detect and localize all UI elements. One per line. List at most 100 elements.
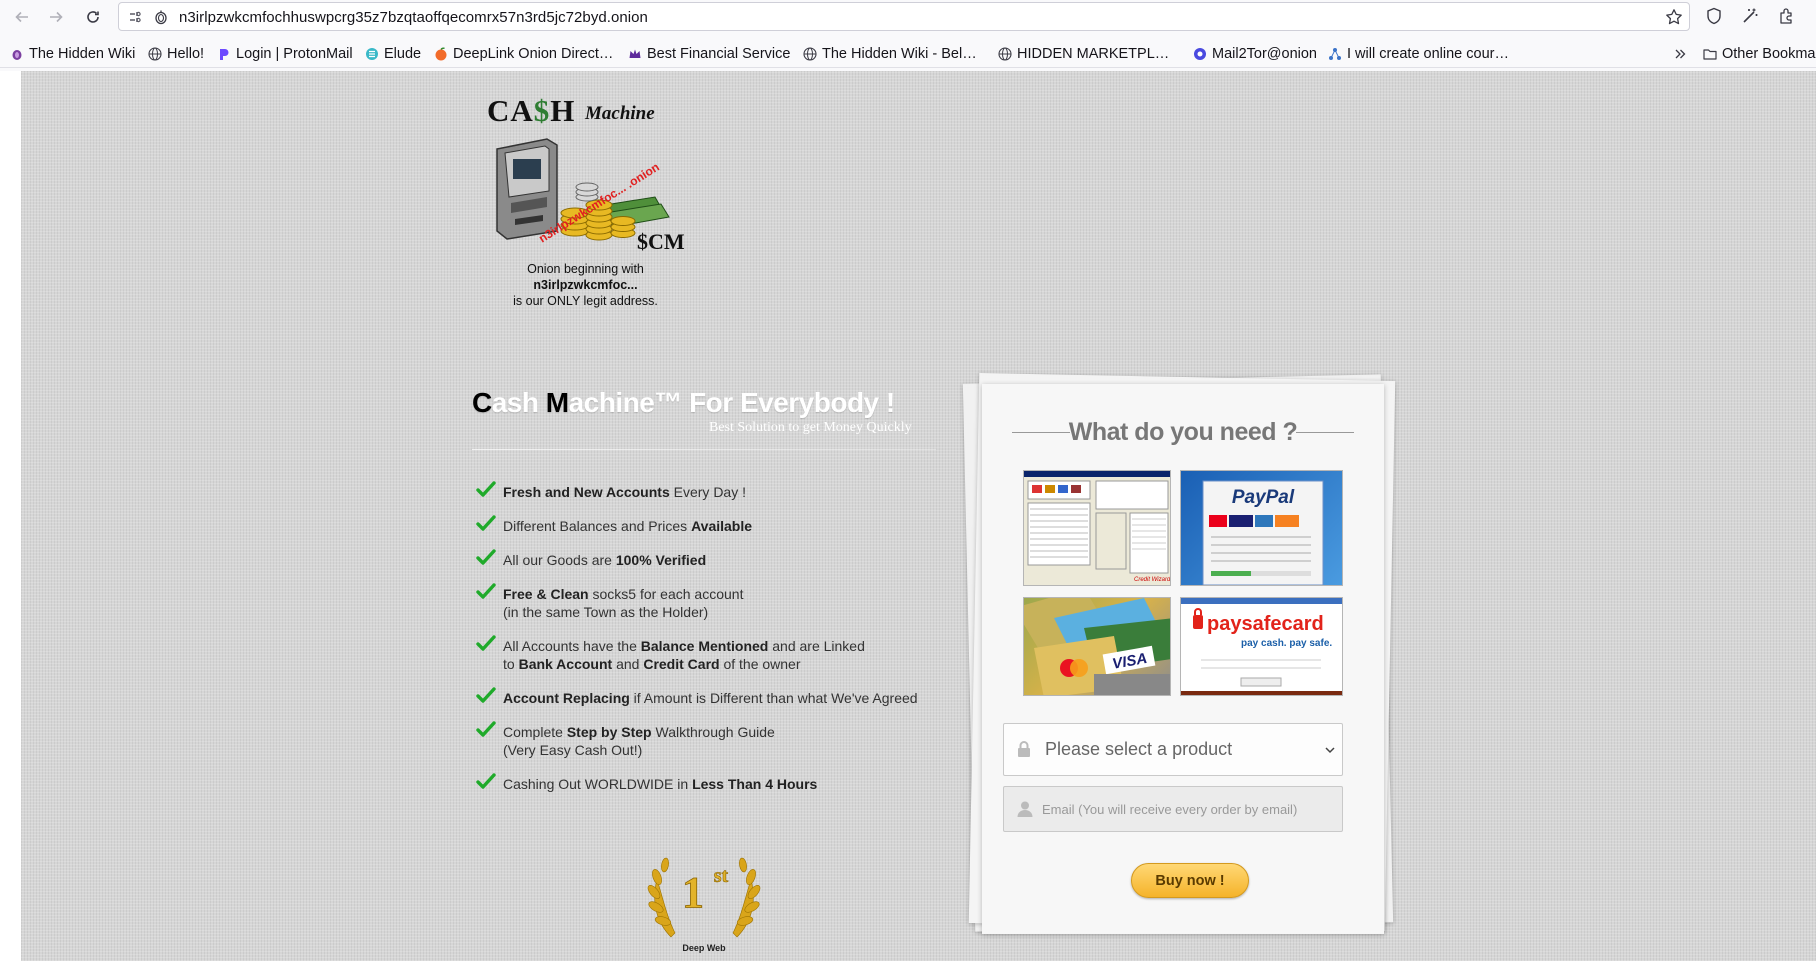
cash-machine-logo[interactable]: CA$H Machine n3irlpzwkcmfoc... .onion $C… (463, 93, 703, 308)
bookmark-protonmail[interactable]: Login | ProtonMail (217, 44, 353, 64)
svg-text:paysafecard: paysafecard (1207, 613, 1324, 635)
credit-wizard-screenshot: Credit Wizard (1024, 471, 1171, 583)
address-bar[interactable]: n3irlpzwkcmfochhuswpcrg35z7bzqtaoffqecom… (118, 2, 1690, 31)
magic-wand-icon[interactable] (1741, 7, 1759, 25)
bookmark-label: HIDDEN MARKETPL… (1017, 46, 1170, 62)
double-chevron-icon (1675, 49, 1686, 59)
paypal-screenshot: PayPal (1202, 480, 1324, 585)
bookmark-label: DeepLink Onion Direct… (453, 46, 614, 62)
headline-ash: ash (491, 387, 546, 418)
title-divider-right (1296, 432, 1354, 433)
bookmark-deeplink[interactable]: DeepLink Onion Direct… (434, 44, 613, 64)
reload-icon (87, 11, 99, 23)
onion-icon (12, 50, 22, 60)
headline-c: C (472, 387, 492, 418)
page-subheading: Best Solution to get Money Quickly (709, 420, 912, 435)
logo-caption: Onion beginning with n3irlpzwkcmfoc... i… (463, 261, 708, 309)
globe-icon (803, 47, 817, 61)
logo-title-text: CA$H (487, 93, 576, 128)
page-viewport: CA$H Machine n3irlpzwkcmfoc... .onion $C… (0, 71, 1816, 961)
bookmark-hidden-wiki-bel[interactable]: The Hidden Wiki - Bel… (803, 44, 977, 64)
logo-caption-line1: Onion beginning with (527, 262, 644, 276)
checkmark-icon (476, 721, 496, 737)
page-headline: Cash Machine™ For Everybody ! (472, 387, 895, 419)
logo-title: CA$H (487, 93, 575, 129)
globe-icon (148, 47, 162, 61)
credit-cards-photo: VISA (1024, 598, 1170, 695)
credit-wizard-thumb[interactable]: Credit Wizard (1023, 470, 1171, 586)
bookmark-best-financial[interactable]: Best Financial Service (628, 44, 790, 64)
onion-icon (155, 10, 167, 25)
award-rank-suffix: st (714, 865, 729, 887)
bookmark-elude[interactable]: Elude (365, 44, 421, 64)
product-select-placeholder: Please select a product (1045, 739, 1233, 759)
credit-cards-thumb[interactable]: VISA (1023, 597, 1171, 696)
page-background: CA$H Machine n3irlpzwkcmfoc... .onion $C… (21, 71, 1816, 961)
bookmark-star-icon[interactable] (1665, 8, 1683, 26)
bookmark-label: The Hidden Wiki (29, 46, 136, 62)
proton-icon (220, 49, 229, 60)
email-field[interactable] (1003, 786, 1343, 832)
product-select[interactable]: Please select a product (1003, 723, 1343, 776)
other-bookmarks-label: Other Bookma (1722, 46, 1816, 62)
bookmark-label: The Hidden Wiki - Bel… (822, 46, 977, 62)
paypal-thumb[interactable]: PayPal (1180, 470, 1343, 586)
laurel-award-badge: 1 st Deep Web (647, 857, 761, 953)
logo-caption-line2: n3irlpzwkcmfoc... (533, 278, 638, 292)
forward-button[interactable] (43, 4, 69, 30)
headline-m: M (545, 387, 569, 418)
checkmark-icon (476, 583, 496, 599)
extensions-icon[interactable] (1777, 7, 1795, 25)
forward-arrow-icon (50, 11, 63, 23)
logo-caption-line3: is our ONLY legit address. (513, 294, 658, 308)
bookmark-mail2tor[interactable]: Mail2Tor@onion (1193, 44, 1317, 64)
mail2tor-icon (1194, 48, 1206, 60)
lock-icon (1018, 741, 1030, 757)
svg-text:pay cash. pay safe.: pay cash. pay safe. (1241, 638, 1332, 649)
bookmark-label: Mail2Tor@onion (1212, 46, 1317, 62)
headline-divider (472, 449, 936, 450)
checkmark-icon (476, 687, 496, 703)
folder-icon (1703, 49, 1717, 60)
bookmark-online-course[interactable]: I will create online cour… (1328, 44, 1509, 64)
bookmark-hidden-marketplace[interactable]: HIDDEN MARKETPL… (998, 44, 1169, 64)
chevron-down-icon (1325, 747, 1335, 754)
back-arrow-icon (15, 11, 28, 23)
crown-icon (629, 49, 641, 58)
browser-toolbar: n3irlpzwkcmfochhuswpcrg35z7bzqtaoffqecom… (0, 0, 1816, 34)
headline-rest: achine™ For Everybody ! (568, 387, 896, 418)
bookmark-hello[interactable]: Hello! (148, 44, 204, 64)
bookmark-label: Elude (384, 46, 422, 62)
paysafecard-thumb[interactable]: paysafecard pay cash. pay safe. (1180, 597, 1343, 696)
bookmark-label: Login | ProtonMail (236, 46, 353, 62)
shield-icon[interactable] (1705, 7, 1723, 25)
bookmarks-bar: The Hidden Wiki Hello! Login | ProtonMai… (0, 40, 1816, 68)
award-label: Deep Web (682, 943, 726, 953)
other-bookmarks-folder[interactable]: Other Bookma (1703, 44, 1816, 64)
bookmarks-overflow-button[interactable] (1673, 44, 1692, 64)
user-icon (1017, 801, 1033, 817)
checkmark-icon (476, 515, 496, 531)
logo-title-script: Machine (585, 103, 655, 124)
award-rank-number: 1 (682, 868, 704, 917)
order-panel: What do you need ? Credit Wizard PayPal … (982, 384, 1384, 934)
bookmark-label: Best Financial Service (647, 46, 791, 62)
checkmark-icon (476, 549, 496, 565)
globe-icon (998, 47, 1012, 61)
site-info-icon[interactable] (127, 9, 143, 25)
email-input[interactable] (1042, 796, 1332, 822)
bookmark-label: Hello! (167, 46, 205, 62)
bookmark-the-hidden-wiki[interactable]: The Hidden Wiki (10, 44, 135, 64)
paysafecard-screenshot: paysafecard pay cash. pay safe. (1181, 598, 1342, 695)
svg-text:Credit Wizard: Credit Wizard (1134, 577, 1171, 583)
reload-button[interactable] (80, 4, 106, 30)
checkmark-icon (476, 773, 496, 789)
bookmark-label: I will create online cour… (1347, 46, 1509, 62)
back-button[interactable] (9, 4, 35, 30)
elude-icon (366, 48, 378, 60)
buy-now-button[interactable]: Buy now ! (1131, 863, 1249, 898)
checkmark-icon (476, 635, 496, 651)
atm-coins-illustration: n3irlpzwkcmfoc... .onion $CM (496, 138, 685, 251)
url-text: n3irlpzwkcmfochhuswpcrg35z7bzqtaoffqecom… (179, 9, 648, 26)
svg-text:PayPal: PayPal (1232, 487, 1295, 508)
